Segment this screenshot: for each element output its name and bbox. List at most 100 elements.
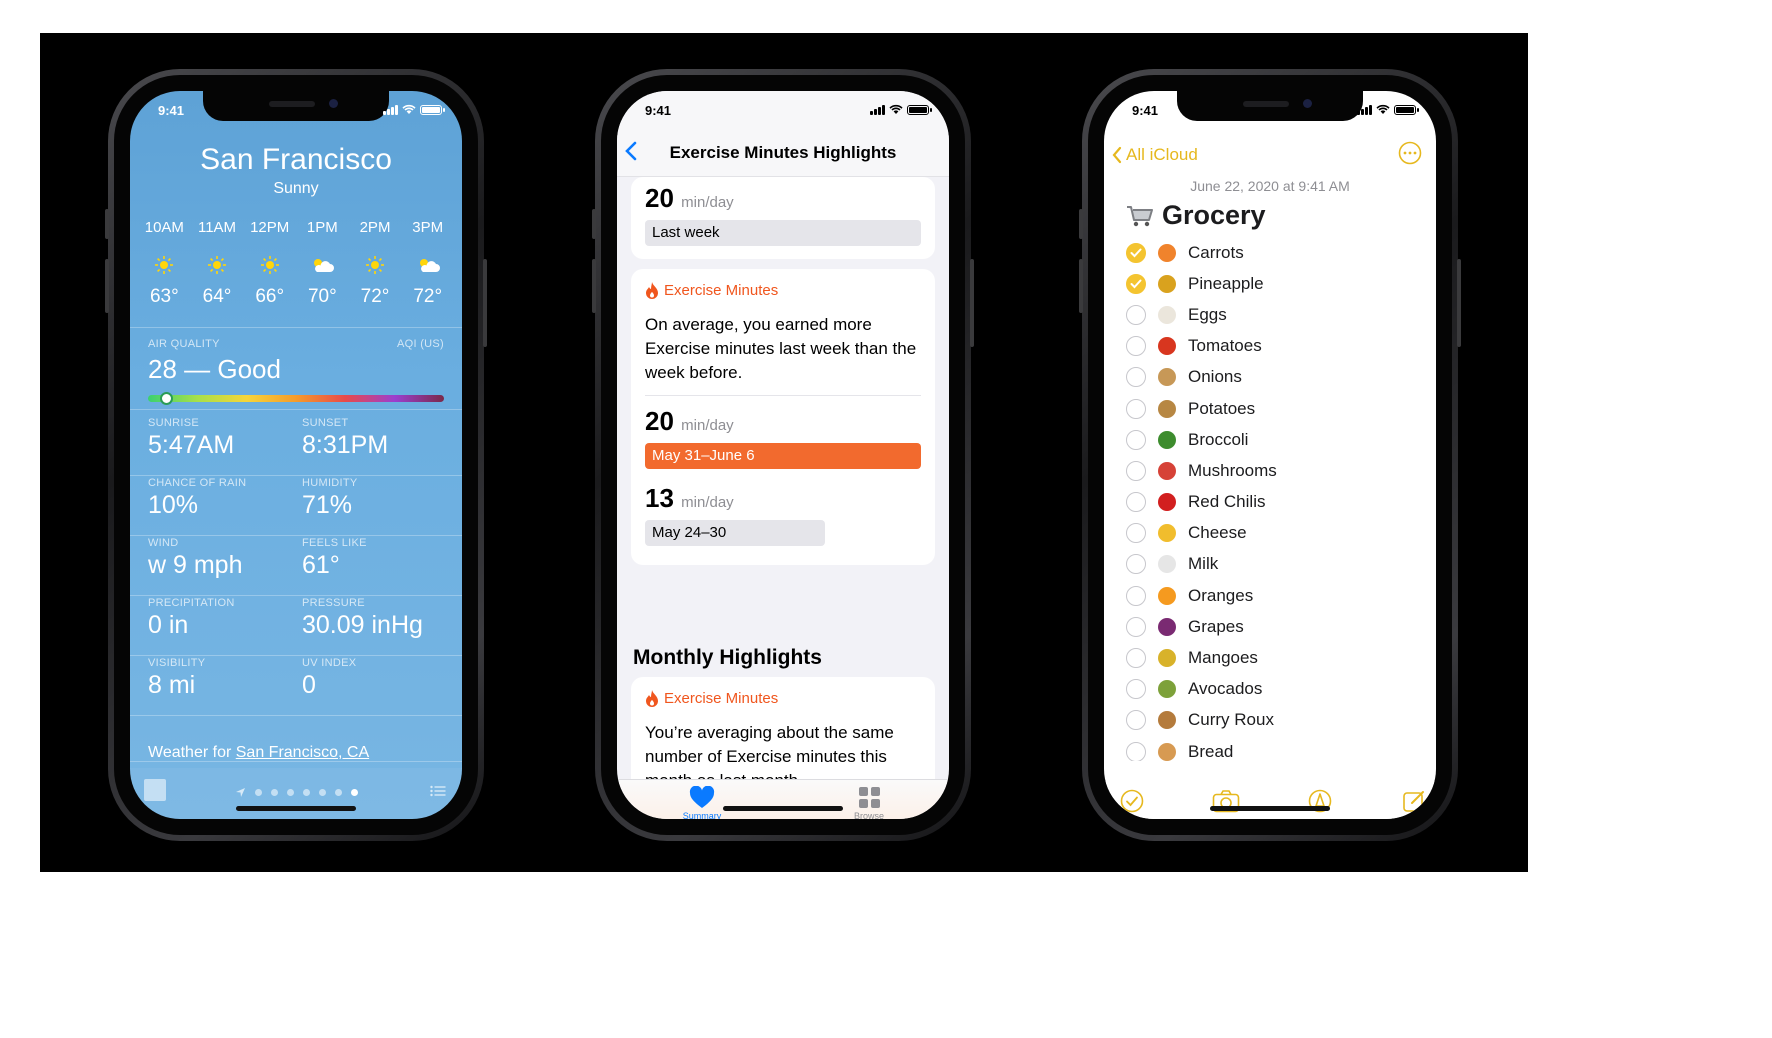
checkbox-unchecked[interactable] <box>1126 429 1146 450</box>
stat-value: 20 min/day <box>645 406 921 437</box>
volume-up-button <box>592 259 596 313</box>
checklist-icon[interactable] <box>1120 789 1144 813</box>
battery-icon <box>420 105 445 115</box>
status-bar: 9:41 <box>617 91 949 127</box>
hour-item: 1PM 70° <box>296 219 349 308</box>
weekly-card: 20 min/day Last week <box>631 177 935 259</box>
checklist-item[interactable]: Broccoli <box>1126 424 1426 455</box>
signal-icon <box>870 105 885 115</box>
checklist-item[interactable]: Milk <box>1126 549 1426 580</box>
stat-unit: min/day <box>681 194 734 211</box>
checkbox-unchecked[interactable] <box>1126 336 1146 357</box>
checkbox-unchecked[interactable] <box>1126 585 1146 606</box>
notes-nav: All iCloud <box>1112 141 1422 169</box>
partly-cloudy-icon <box>401 248 454 282</box>
weather-screen: 9:41 San Francisco Sunny 10AM 63° 11AM 6… <box>130 91 462 819</box>
volume-up-button <box>1079 259 1083 313</box>
checklist-item[interactable]: Mushrooms <box>1126 455 1426 486</box>
detail-chance-of-rain: CHANCE OF RAIN 10% <box>148 477 246 520</box>
hour-temp: 72° <box>413 286 443 307</box>
item-emoji-icon <box>1158 243 1176 262</box>
divider <box>645 395 921 396</box>
checklist-item[interactable]: Cheese <box>1126 518 1426 549</box>
stat-unit: min/day <box>681 417 734 434</box>
tab-browse[interactable]: Browse <box>839 786 899 819</box>
tab-summary[interactable]: Summary <box>672 785 732 819</box>
checkbox-unchecked[interactable] <box>1126 367 1146 388</box>
checkbox-checked[interactable] <box>1126 273 1146 294</box>
card-header: Exercise Minutes <box>645 281 921 299</box>
detail-value: 61° <box>302 551 340 579</box>
grid-icon <box>858 787 880 808</box>
hour-temp: 72° <box>360 286 390 307</box>
detail-sunset: SUNSET 8:31PM <box>302 417 388 460</box>
hour-temp: 66° <box>255 286 285 307</box>
hour-temp: 63° <box>149 286 179 307</box>
checklist-item[interactable]: Onions <box>1126 362 1426 393</box>
phone-notes: 9:41 All iCloud June 22, 2020 at 9:41 AM <box>1079 69 1461 841</box>
shopping-cart-icon <box>1127 205 1153 226</box>
more-icon[interactable] <box>1398 141 1422 165</box>
city-name: San Francisco <box>200 143 392 176</box>
stat-unit: min/day <box>681 494 734 511</box>
checkbox-unchecked[interactable] <box>1126 616 1146 637</box>
checkbox-unchecked[interactable] <box>1126 460 1146 481</box>
home-indicator[interactable] <box>723 806 843 811</box>
checkbox-unchecked[interactable] <box>1126 304 1146 325</box>
location-link[interactable]: San Francisco, CA <box>236 744 369 761</box>
checklist-item[interactable]: Potatoes <box>1126 393 1426 424</box>
page-dot <box>334 789 342 796</box>
detail-value: 8 mi <box>148 671 196 699</box>
back-button[interactable]: All iCloud <box>1112 145 1198 165</box>
checklist-item[interactable]: Carrots <box>1126 237 1426 268</box>
checklist-item[interactable]: Grapes <box>1126 611 1426 642</box>
checklist-item[interactable]: Tomatoes <box>1126 331 1426 362</box>
checklist-item[interactable]: Oranges <box>1126 580 1426 611</box>
checkbox-unchecked[interactable] <box>1126 398 1146 419</box>
checklist-item[interactable]: Pineapple <box>1126 268 1426 299</box>
checkbox-unchecked[interactable] <box>1126 710 1146 731</box>
note-title[interactable]: Grocery <box>1126 200 1266 231</box>
checklist-item[interactable]: Avocados <box>1126 674 1426 705</box>
wifi-icon <box>889 104 903 114</box>
hourly-forecast[interactable]: 10AM 63° 11AM 64° 12PM 66° 1PM 70° 2PM 7… <box>138 219 454 308</box>
checkbox-unchecked[interactable] <box>1126 648 1146 669</box>
detail-value: 71% <box>302 491 353 519</box>
page-indicator[interactable] <box>130 787 462 798</box>
home-indicator[interactable] <box>1210 806 1330 811</box>
detail-value: 0 <box>302 671 316 699</box>
checklist-item-label: Onions <box>1188 367 1242 387</box>
checklist-item[interactable]: Eggs <box>1126 299 1426 330</box>
checklist-item[interactable]: Red Chilis <box>1126 487 1426 518</box>
wifi-icon <box>402 104 416 114</box>
divider <box>130 715 462 716</box>
home-indicator[interactable] <box>236 806 356 811</box>
checklist-item-label: Pineapple <box>1188 273 1264 293</box>
checklist-item-label: Grapes <box>1188 616 1244 636</box>
detail-label: PRECIPITATION <box>148 597 235 609</box>
status-bar: 9:41 <box>130 91 462 127</box>
checkbox-unchecked[interactable] <box>1126 523 1146 544</box>
note-date: June 22, 2020 at 9:41 AM <box>1190 178 1350 194</box>
checkbox-unchecked[interactable] <box>1126 679 1146 700</box>
air-quality-section[interactable]: AIR QUALITY AQI (US) 28 — Good <box>148 338 444 405</box>
checklist-item[interactable]: Curry Roux <box>1126 705 1426 736</box>
checklist-item[interactable]: Mangoes <box>1126 642 1426 673</box>
compose-icon[interactable] <box>1402 789 1426 813</box>
checklist: Carrots Pineapple Eggs Tomatoes Onions Potato… <box>1126 237 1426 761</box>
checkbox-unchecked[interactable] <box>1126 492 1146 513</box>
air-quality-bar <box>148 392 444 405</box>
detail-value: 5:47AM <box>148 431 235 459</box>
checkbox-unchecked[interactable] <box>1126 741 1146 761</box>
checkbox-checked[interactable] <box>1126 242 1146 263</box>
status-time: 9:41 <box>1132 103 1159 118</box>
item-emoji-icon <box>1158 274 1176 293</box>
stat-value: 20 min/day <box>645 183 921 214</box>
period-pill-current: May 31–June 6 <box>645 443 921 469</box>
checkbox-unchecked[interactable] <box>1126 554 1146 575</box>
exercise-highlight-card[interactable]: Exercise Minutes On average, you earned … <box>631 269 935 565</box>
checklist-item-label: Carrots <box>1188 242 1244 262</box>
list-icon[interactable] <box>430 785 446 797</box>
checklist-item-label: Red Chilis <box>1188 492 1266 512</box>
checklist-item[interactable]: Bread <box>1126 736 1426 761</box>
